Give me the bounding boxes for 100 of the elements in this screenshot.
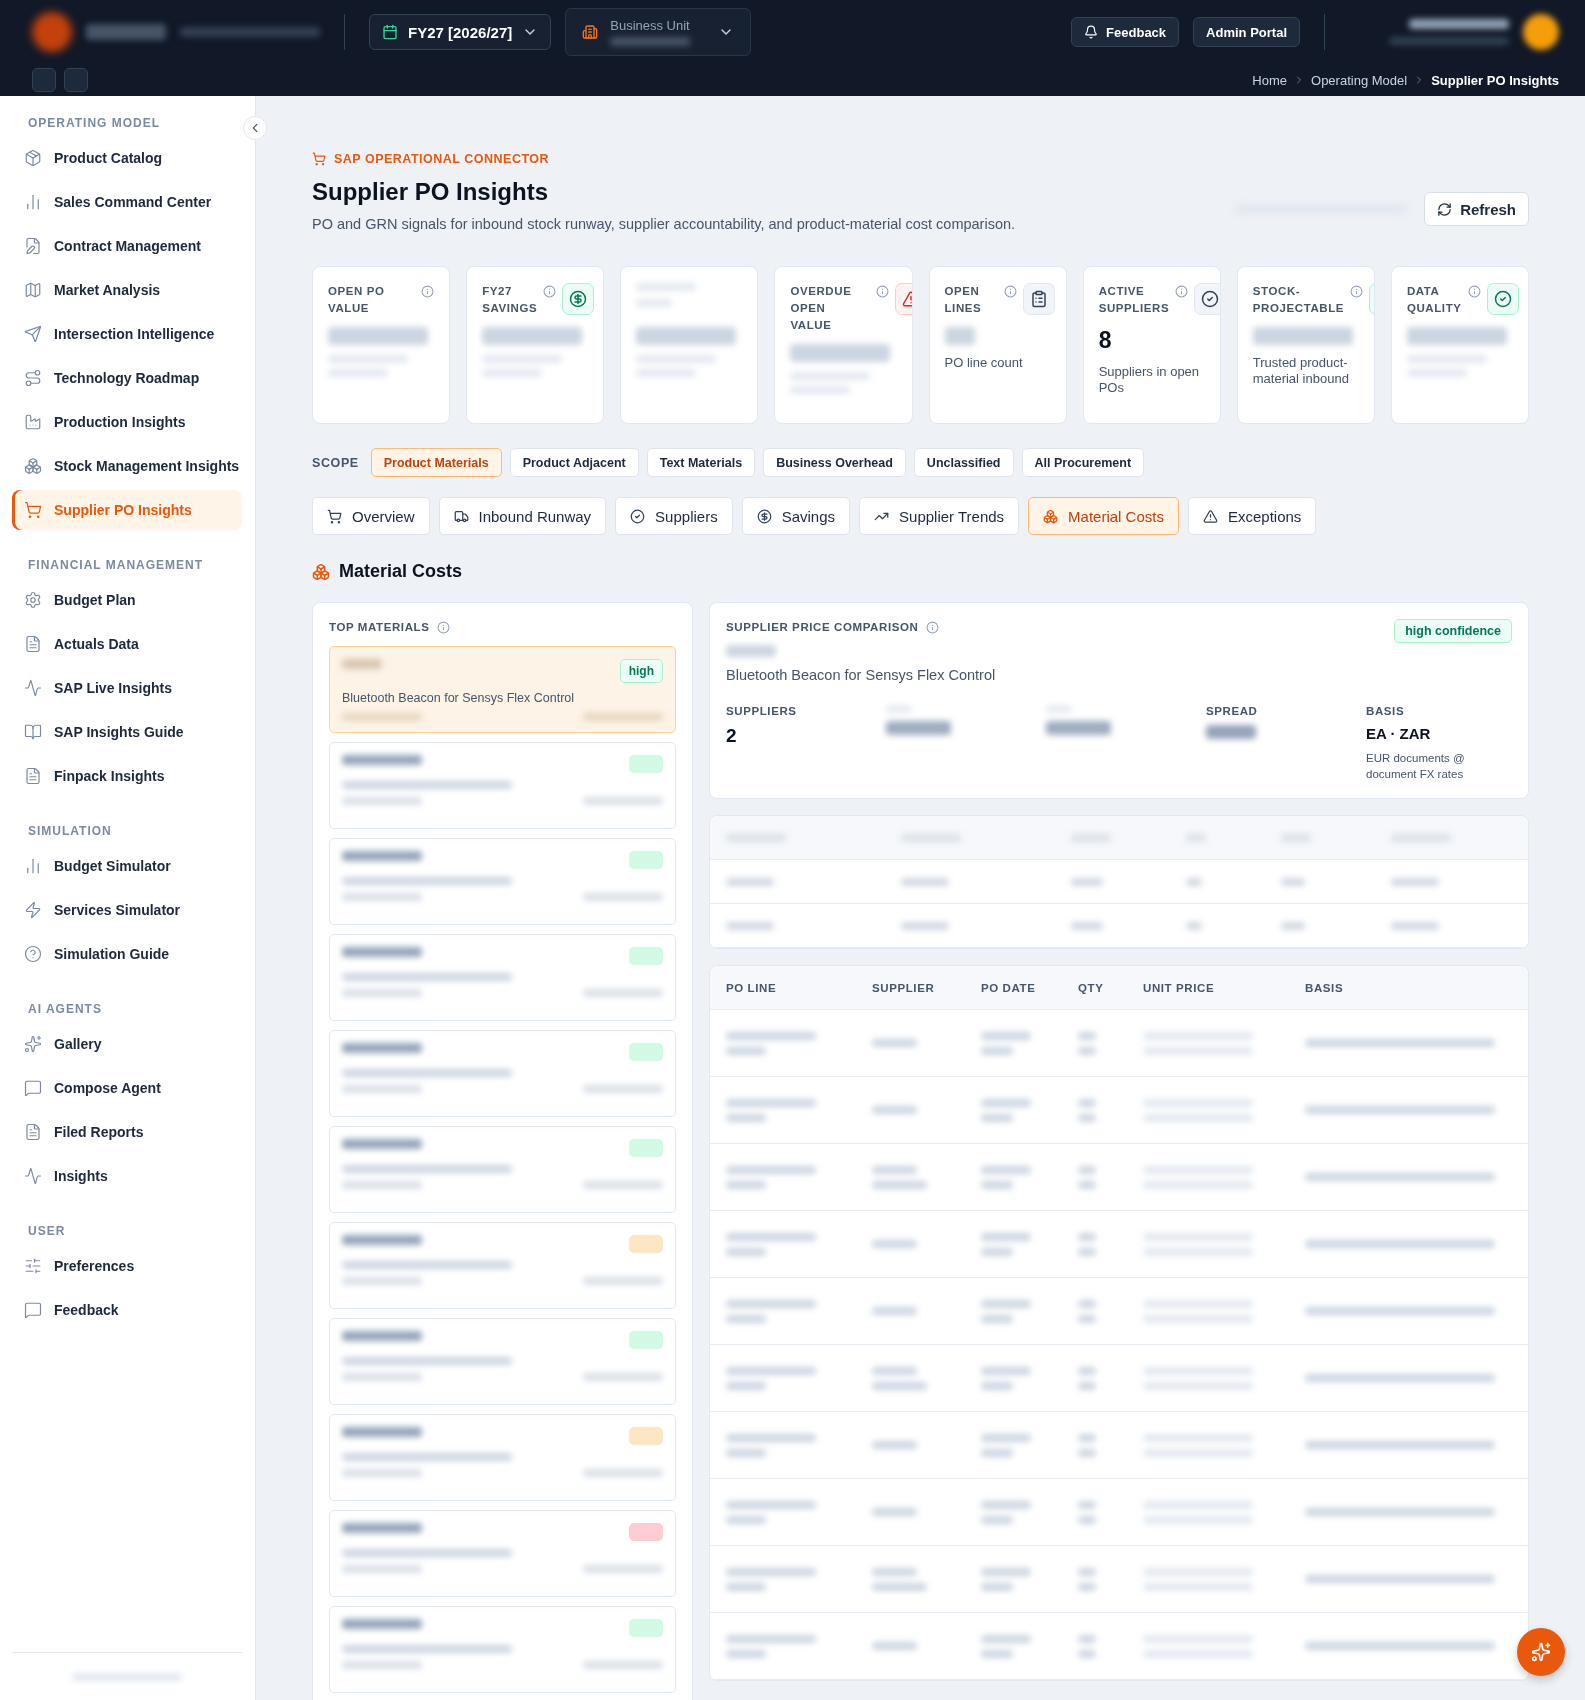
nav-item[interactable]: Technology Roadmap bbox=[12, 358, 242, 398]
blurred-text bbox=[1078, 1113, 1096, 1122]
user-avatar[interactable] bbox=[1523, 14, 1559, 50]
stat-label: SUPPLIERS bbox=[726, 705, 798, 717]
chat-icon bbox=[24, 1079, 42, 1097]
confidence-badge: high confidence bbox=[1394, 619, 1512, 643]
fiscal-year-select[interactable]: FY27 [2026/27] bbox=[369, 14, 552, 50]
refresh-icon bbox=[1437, 201, 1453, 217]
material-item[interactable] bbox=[329, 1414, 676, 1501]
stat-value: 2 bbox=[726, 725, 738, 747]
blurred-text bbox=[1078, 1582, 1096, 1591]
scope-chip[interactable]: Product Materials bbox=[370, 448, 502, 477]
nav-item[interactable]: Filed Reports bbox=[12, 1112, 242, 1152]
nav-item[interactable]: Sales Command Center bbox=[12, 182, 242, 222]
scope-chip[interactable]: Product Adjacent bbox=[509, 448, 639, 477]
info-icon[interactable] bbox=[1350, 285, 1364, 298]
tab[interactable]: Overview bbox=[312, 497, 430, 535]
nav-item[interactable]: SAP Live Insights bbox=[12, 668, 242, 708]
blurred-text bbox=[981, 1046, 1013, 1055]
refresh-button[interactable]: Refresh bbox=[1424, 192, 1529, 226]
clipboard-icon bbox=[1022, 283, 1055, 315]
nav-item[interactable]: Preferences bbox=[12, 1246, 242, 1286]
nav-item[interactable]: Feedback bbox=[12, 1290, 242, 1330]
info-icon[interactable] bbox=[875, 285, 889, 298]
breadcrumb-link[interactable]: Operating Model bbox=[1311, 72, 1408, 88]
scope-chip[interactable]: Business Overhead bbox=[763, 448, 906, 477]
material-item[interactable] bbox=[329, 1606, 676, 1693]
blurred-text bbox=[872, 1240, 917, 1248]
toolbar-button[interactable] bbox=[64, 68, 88, 92]
blurred-text bbox=[981, 1180, 1013, 1189]
scope-chip[interactable]: All Procurement bbox=[1021, 448, 1145, 477]
nav-item[interactable]: Gallery bbox=[12, 1024, 242, 1064]
blurred-text bbox=[872, 1366, 917, 1375]
page-title: Supplier PO Insights bbox=[312, 178, 550, 206]
blurred-text bbox=[1391, 877, 1439, 886]
nav-item[interactable]: SAP Insights Guide bbox=[12, 712, 242, 752]
cart-icon bbox=[327, 508, 342, 524]
nav-item[interactable]: Production Insights bbox=[12, 402, 242, 442]
collapse-button[interactable] bbox=[243, 116, 267, 140]
business-unit-select[interactable]: Business Unit bbox=[565, 8, 752, 56]
scope-chip[interactable]: Unclassified bbox=[913, 448, 1014, 477]
blurred-text bbox=[1186, 921, 1202, 930]
nav-item[interactable]: Compose Agent bbox=[12, 1068, 242, 1108]
info-icon[interactable] bbox=[1467, 285, 1481, 298]
feedback-button[interactable]: Feedback bbox=[1071, 17, 1180, 47]
nav-item[interactable]: Budget Plan bbox=[12, 580, 242, 620]
material-item[interactable]: high Bluetooth Beacon for Sensys Flex Control bbox=[329, 646, 676, 733]
nav-item[interactable]: Insights bbox=[12, 1156, 242, 1196]
info-icon[interactable] bbox=[543, 285, 557, 298]
info-icon[interactable] bbox=[1003, 285, 1017, 298]
nav-item[interactable]: Product Catalog bbox=[12, 138, 242, 178]
info-icon[interactable] bbox=[437, 621, 451, 634]
tab[interactable]: Inbound Runway bbox=[438, 497, 607, 535]
kpi-title: FY27 SAVINGS bbox=[482, 284, 538, 316]
scope-label: SCOPE bbox=[312, 455, 359, 470]
blurred-text bbox=[1078, 1366, 1096, 1375]
stat-label: SPREAD bbox=[1206, 705, 1259, 717]
nav-item[interactable]: Actuals Data bbox=[12, 624, 242, 664]
nav-item[interactable]: Simulation Guide bbox=[12, 934, 242, 974]
route-icon bbox=[24, 369, 42, 387]
info-icon[interactable] bbox=[926, 621, 940, 634]
nav-item[interactable]: Stock Management Insights bbox=[12, 446, 242, 486]
blurred-text bbox=[1071, 877, 1103, 886]
material-item[interactable] bbox=[329, 1318, 676, 1405]
nav-item[interactable]: Intersection Intelligence bbox=[12, 314, 242, 354]
stat-note: EUR documents @ document FX rates bbox=[1366, 751, 1466, 782]
blurred-text bbox=[1078, 1515, 1096, 1524]
tab[interactable]: Supplier Trends bbox=[859, 497, 1020, 535]
breadcrumb-link[interactable]: Supplier PO Insights bbox=[1431, 72, 1559, 88]
material-item[interactable] bbox=[329, 934, 676, 1021]
info-icon[interactable] bbox=[421, 285, 435, 298]
scope-chip[interactable]: Text Materials bbox=[646, 448, 756, 477]
blurred-text bbox=[1078, 1165, 1096, 1174]
boxes-icon bbox=[24, 457, 42, 475]
nav-item[interactable]: Market Analysis bbox=[12, 270, 242, 310]
material-item[interactable] bbox=[329, 742, 676, 829]
tab[interactable]: Suppliers bbox=[615, 497, 733, 535]
nav-item[interactable]: Budget Simulator bbox=[12, 846, 242, 886]
material-item[interactable] bbox=[329, 1510, 676, 1597]
logo[interactable] bbox=[32, 12, 72, 52]
admin-portal-button[interactable]: Admin Portal bbox=[1193, 17, 1300, 47]
material-item[interactable] bbox=[329, 1030, 676, 1117]
blurred-text bbox=[872, 1106, 917, 1114]
tab[interactable]: Savings bbox=[741, 497, 851, 535]
nav-item[interactable]: Finpack Insights bbox=[12, 756, 242, 796]
blurred-text bbox=[726, 1448, 766, 1457]
toolbar-button[interactable] bbox=[32, 68, 56, 92]
material-item[interactable] bbox=[329, 1126, 676, 1213]
info-icon[interactable] bbox=[1175, 285, 1189, 298]
tab[interactable]: Material Costs bbox=[1028, 497, 1179, 535]
tab[interactable]: Exceptions bbox=[1187, 497, 1317, 535]
material-item[interactable] bbox=[329, 838, 676, 925]
breadcrumb-link[interactable]: Home bbox=[1252, 72, 1287, 88]
nav-item[interactable]: Contract Management bbox=[12, 226, 242, 266]
blurred-text bbox=[981, 1649, 1013, 1658]
nav-item[interactable]: Services Simulator bbox=[12, 890, 242, 930]
assistant-button[interactable] bbox=[1517, 1628, 1565, 1676]
blurred-text bbox=[1046, 721, 1111, 735]
material-item[interactable] bbox=[329, 1222, 676, 1309]
document-pen-icon bbox=[24, 237, 42, 255]
